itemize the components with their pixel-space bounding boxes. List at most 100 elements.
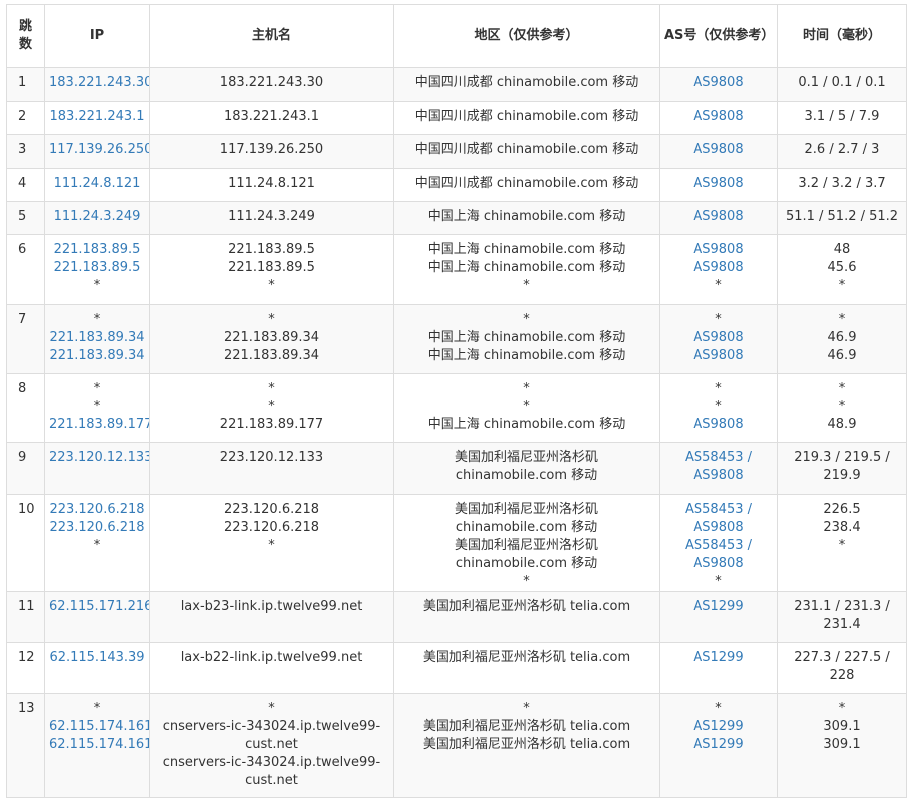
ip-link[interactable]: 183.221.243.1 (49, 108, 145, 126)
asn-value: * (715, 399, 722, 414)
asn-link[interactable]: AS58453 / AS9808 (664, 449, 773, 485)
ip-link[interactable]: 117.139.26.250 (49, 141, 149, 159)
asn-link[interactable]: AS9808 (664, 347, 773, 365)
asn-link[interactable]: AS1299 (664, 718, 773, 736)
asn-cell: AS1299 (659, 591, 778, 643)
table-row: 4 111.24.8.121 111.24.8.121 中国四川成都 chinamob… (6, 168, 907, 202)
asn-link[interactable]: AS9808 (664, 329, 773, 347)
asn-cell: AS9808 (659, 101, 778, 135)
time-value: 48.9 (827, 417, 857, 432)
hop-cell: 9 (6, 442, 45, 495)
hop-cell: 3 (6, 134, 45, 169)
time-cell: * * 48.9 (777, 373, 907, 443)
host-value: 223.120.6.218 (223, 502, 320, 517)
time-value: 309.1 (823, 737, 861, 752)
region-value: * (523, 278, 530, 293)
asn-link[interactable]: AS1299 (664, 598, 773, 616)
region-cell: 中国四川成都 chinamobile.com 移动 (393, 134, 660, 169)
header-region: 地区（仅供参考） (393, 4, 660, 68)
ip-link[interactable]: 111.24.8.121 (49, 175, 145, 193)
asn-link[interactable]: AS9808 (664, 108, 773, 126)
time-cell: 227.3 / 227.5 / 228 (777, 642, 907, 694)
region-value: 美国加利福尼亚州洛杉矶 chinamobile.com 移动 (454, 450, 598, 483)
hop-cell: 7 (6, 304, 45, 374)
asn-link[interactable]: AS9808 (664, 175, 773, 193)
ip-link[interactable]: 62.115.174.161 (49, 736, 149, 754)
host-value: lax-b23-link.ip.twelve99.net (180, 599, 363, 614)
asn-link[interactable]: AS9808 (664, 74, 773, 92)
host-value: 221.183.89.5 (228, 242, 315, 257)
ip-link[interactable]: 183.221.243.30 (49, 74, 149, 92)
time-value: * (838, 312, 846, 327)
host-value: * (268, 381, 275, 396)
ip-link[interactable]: 223.120.6.218 (49, 501, 145, 519)
host-value: 183.221.243.30 (219, 75, 324, 90)
host-value: 221.183.89.34 (223, 330, 320, 345)
time-value: 227.3 / 227.5 / 228 (794, 650, 890, 683)
ip-link[interactable]: 221.183.89.34 (49, 347, 145, 365)
ip-cell: 62.115.143.39 (44, 642, 150, 694)
ip-link[interactable]: 62.115.143.39 (49, 649, 145, 667)
region-value: 中国四川成都 chinamobile.com 移动 (414, 75, 639, 90)
region-cell: 中国四川成都 chinamobile.com 移动 (393, 101, 660, 135)
asn-link[interactable]: AS58453 / AS9808 (664, 537, 773, 573)
region-cell: 中国四川成都 chinamobile.com 移动 (393, 168, 660, 202)
ip-link[interactable]: 221.183.89.5 (49, 259, 145, 277)
asn-cell: * AS9808 AS9808 (659, 304, 778, 374)
asn-link[interactable]: AS9808 (664, 141, 773, 159)
hostname-cell: * cnservers-ic-343024.ip.twelve99-cust.ne… (149, 693, 394, 798)
asn-cell: * * AS9808 (659, 373, 778, 443)
asn-link[interactable]: AS9808 (664, 416, 773, 434)
host-value: 223.120.6.218 (223, 520, 320, 535)
host-value: * (268, 701, 275, 716)
time-value: * (838, 538, 846, 553)
host-value: * (268, 399, 275, 414)
hostname-cell: 183.221.243.30 (149, 67, 394, 102)
ip-link[interactable]: 221.183.89.34 (49, 329, 145, 347)
hostname-cell: 111.24.3.249 (149, 201, 394, 235)
asn-cell: AS1299 (659, 642, 778, 694)
time-cell: 3.2 / 3.2 / 3.7 (777, 168, 907, 202)
region-value: 中国上海 chinamobile.com 移动 (427, 260, 626, 275)
region-value: 美国加利福尼亚州洛杉矶 telia.com (422, 719, 631, 734)
header-asn: AS号（仅供参考） (659, 4, 778, 68)
time-value: * (838, 399, 846, 414)
region-value: 中国四川成都 chinamobile.com 移动 (414, 142, 639, 157)
host-value: 117.139.26.250 (219, 142, 324, 157)
time-cell: 51.1 / 51.2 / 51.2 (777, 201, 907, 235)
time-value: * (838, 381, 846, 396)
ip-link[interactable]: 223.120.6.218 (49, 519, 145, 537)
ip-value: * (93, 381, 101, 396)
ip-link[interactable]: 221.183.89.177 (49, 416, 149, 434)
hop-cell: 12 (6, 642, 45, 694)
asn-link[interactable]: AS9808 (664, 208, 773, 226)
region-value: 中国四川成都 chinamobile.com 移动 (414, 176, 639, 191)
hostname-cell: 117.139.26.250 (149, 134, 394, 169)
host-value: cnservers-ic-343024.ip.twelve99-cust.net (162, 755, 381, 788)
hop-cell: 2 (6, 101, 45, 135)
hostname-cell: * * 221.183.89.177 (149, 373, 394, 443)
ip-link[interactable]: 111.24.3.249 (49, 208, 145, 226)
asn-cell: AS9808 (659, 168, 778, 202)
asn-link[interactable]: AS9808 (664, 241, 773, 259)
host-value: lax-b22-link.ip.twelve99.net (180, 650, 363, 665)
table-row: 9 223.120.12.133 223.120.12.133 美国加利福尼亚州洛杉矶… (6, 442, 907, 495)
table-row: 6 221.183.89.5 221.183.89.5 * 221.183.89.5 22… (6, 234, 907, 305)
ip-cell: 111.24.8.121 (44, 168, 150, 202)
region-cell: 中国上海 chinamobile.com 移动 (393, 201, 660, 235)
table-row: 2 183.221.243.1 183.221.243.1 中国四川成都 chinam… (6, 101, 907, 135)
region-value: 美国加利福尼亚州洛杉矶 telia.com (422, 737, 631, 752)
asn-link[interactable]: AS9808 (664, 259, 773, 277)
ip-link[interactable]: 223.120.12.133 (49, 449, 149, 467)
asn-cell: AS58453 / AS9808 AS58453 / AS9808 * (659, 494, 778, 592)
ip-cell: 117.139.26.250 (44, 134, 150, 169)
asn-link[interactable]: AS1299 (664, 649, 773, 667)
ip-link[interactable]: 62.115.174.161 (49, 718, 149, 736)
asn-link[interactable]: AS58453 / AS9808 (664, 501, 773, 537)
ip-link[interactable]: 221.183.89.5 (49, 241, 145, 259)
hostname-cell: * 221.183.89.34 221.183.89.34 (149, 304, 394, 374)
asn-cell: AS9808 (659, 134, 778, 169)
asn-link[interactable]: AS1299 (664, 736, 773, 754)
ip-cell: * 221.183.89.34 221.183.89.34 (44, 304, 150, 374)
ip-link[interactable]: 62.115.171.216 (49, 598, 149, 616)
